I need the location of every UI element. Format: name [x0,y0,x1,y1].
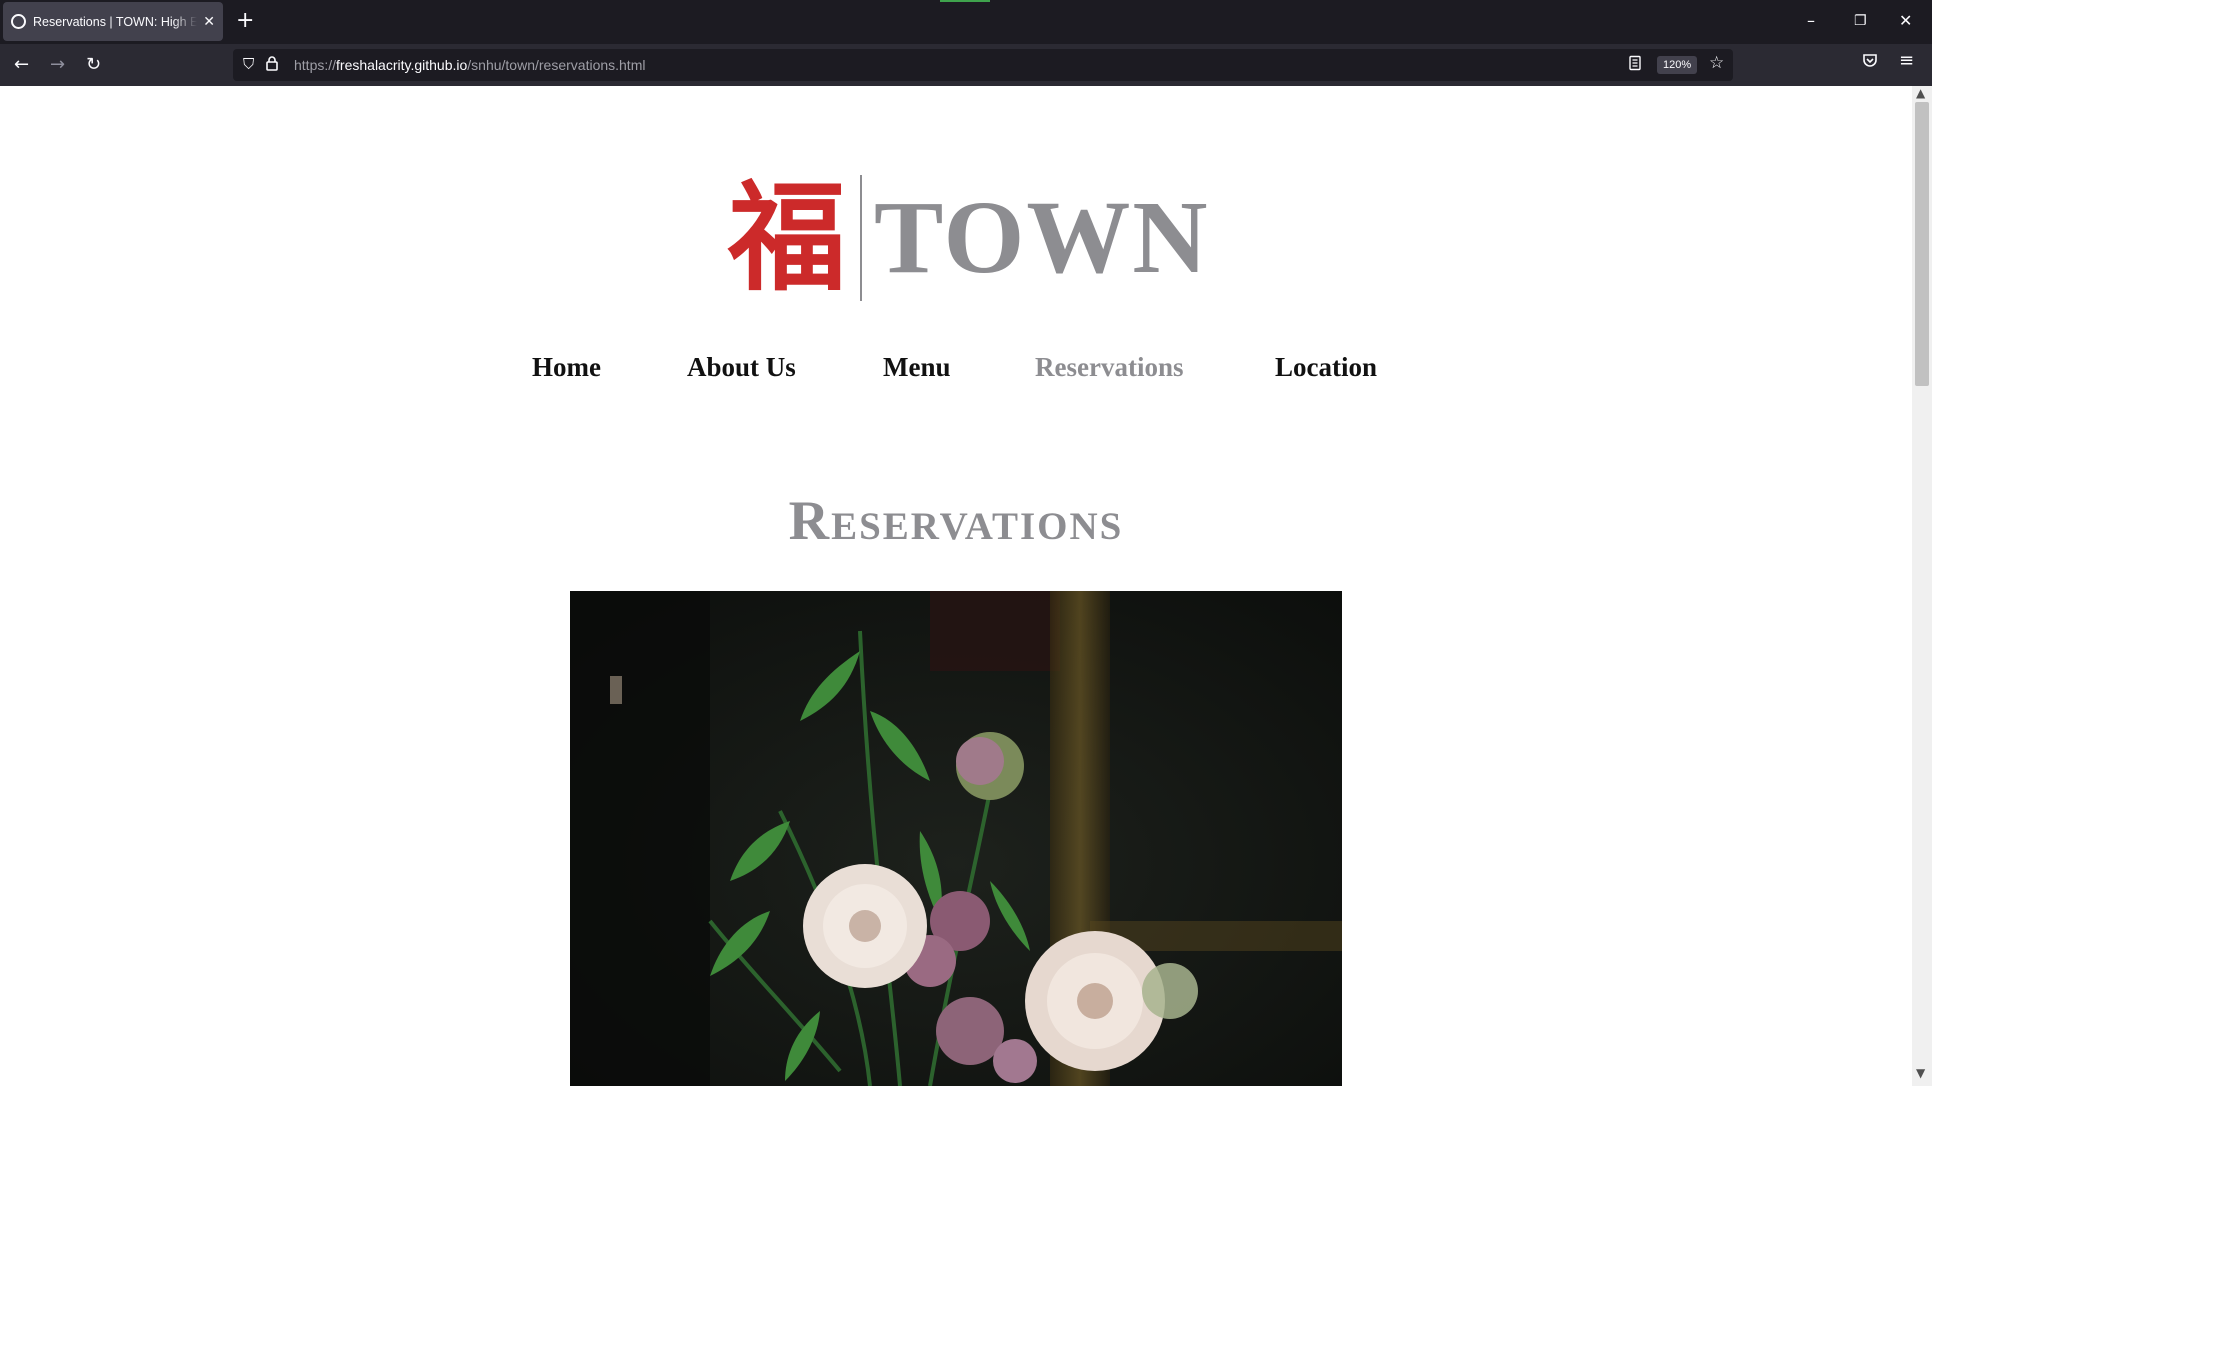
url-scheme: https:// [294,57,337,73]
site-logo[interactable]: 福 TOWN [728,174,1210,302]
tab-title: Reservations | TOWN: High End [33,14,198,29]
tab-bar: Reservations | TOWN: High End ✕ + – ❐ ✕ [0,0,1932,44]
logo-divider [860,175,863,301]
main-navigation: Home About Us Menu Reservations Location [0,352,1912,392]
scroll-up-icon[interactable]: ▲ [1916,86,1925,100]
restore-icon[interactable]: ❐ [1854,8,1867,34]
browser-window: Reservations | TOWN: High End ✕ + – ❐ ✕ … [0,0,1932,1086]
flower-arrangement-illustration [570,591,1342,1086]
hero-image-flowers [570,591,1342,1086]
nav-link-menu[interactable]: Menu [883,352,951,383]
page-title: Reservations [788,490,1124,552]
tab-close-icon[interactable]: ✕ [203,14,215,30]
forward-icon[interactable]: → [50,52,65,78]
url-path: /snhu/town/reservations.html [467,57,646,73]
scroll-down-icon[interactable]: ▼ [1916,1066,1925,1080]
pocket-icon[interactable] [1862,52,1878,72]
nav-link-location[interactable]: Location [1275,352,1377,383]
tab-bar-accent [940,0,990,2]
new-tab-icon[interactable]: + [236,8,254,34]
logo-character: 福 [728,168,847,307]
page-viewport: 福 TOWN Home About Us Menu Reservations L… [0,86,1912,1086]
logo-wordmark: TOWN [874,180,1210,295]
nav-link-reservations[interactable]: Reservations [1035,352,1183,383]
bookmark-star-icon[interactable]: ☆ [1709,53,1724,73]
address-bar[interactable]: ⛉ https://freshalacrity.github.io/snhu/t… [233,49,1733,81]
navigation-toolbar: ← → ↻ ⛉ https://freshalacrity.github.io/… [0,44,1932,86]
browser-tab-active[interactable]: Reservations | TOWN: High End ✕ [3,2,223,41]
reload-icon[interactable]: ↻ [86,52,101,78]
back-icon[interactable]: ← [14,52,29,78]
scrollbar-thumb[interactable] [1915,102,1929,386]
menu-icon[interactable]: ≡ [1899,50,1914,71]
window-close-icon[interactable]: ✕ [1899,8,1912,34]
url-text[interactable]: https://freshalacrity.github.io/snhu/tow… [294,57,645,73]
vertical-scrollbar[interactable]: ▲ ▼ [1912,86,1932,1086]
zoom-level-button[interactable]: 120% [1657,56,1698,74]
shield-icon[interactable]: ⛉ [243,55,254,73]
nav-link-about-us[interactable]: About Us [687,352,796,383]
minimize-icon[interactable]: – [1807,8,1815,34]
lock-icon[interactable] [265,55,279,75]
favicon-icon [11,14,26,29]
nav-link-home[interactable]: Home [532,352,601,383]
reader-view-icon[interactable] [1628,55,1642,75]
url-host: freshalacrity.github.io [336,57,468,73]
